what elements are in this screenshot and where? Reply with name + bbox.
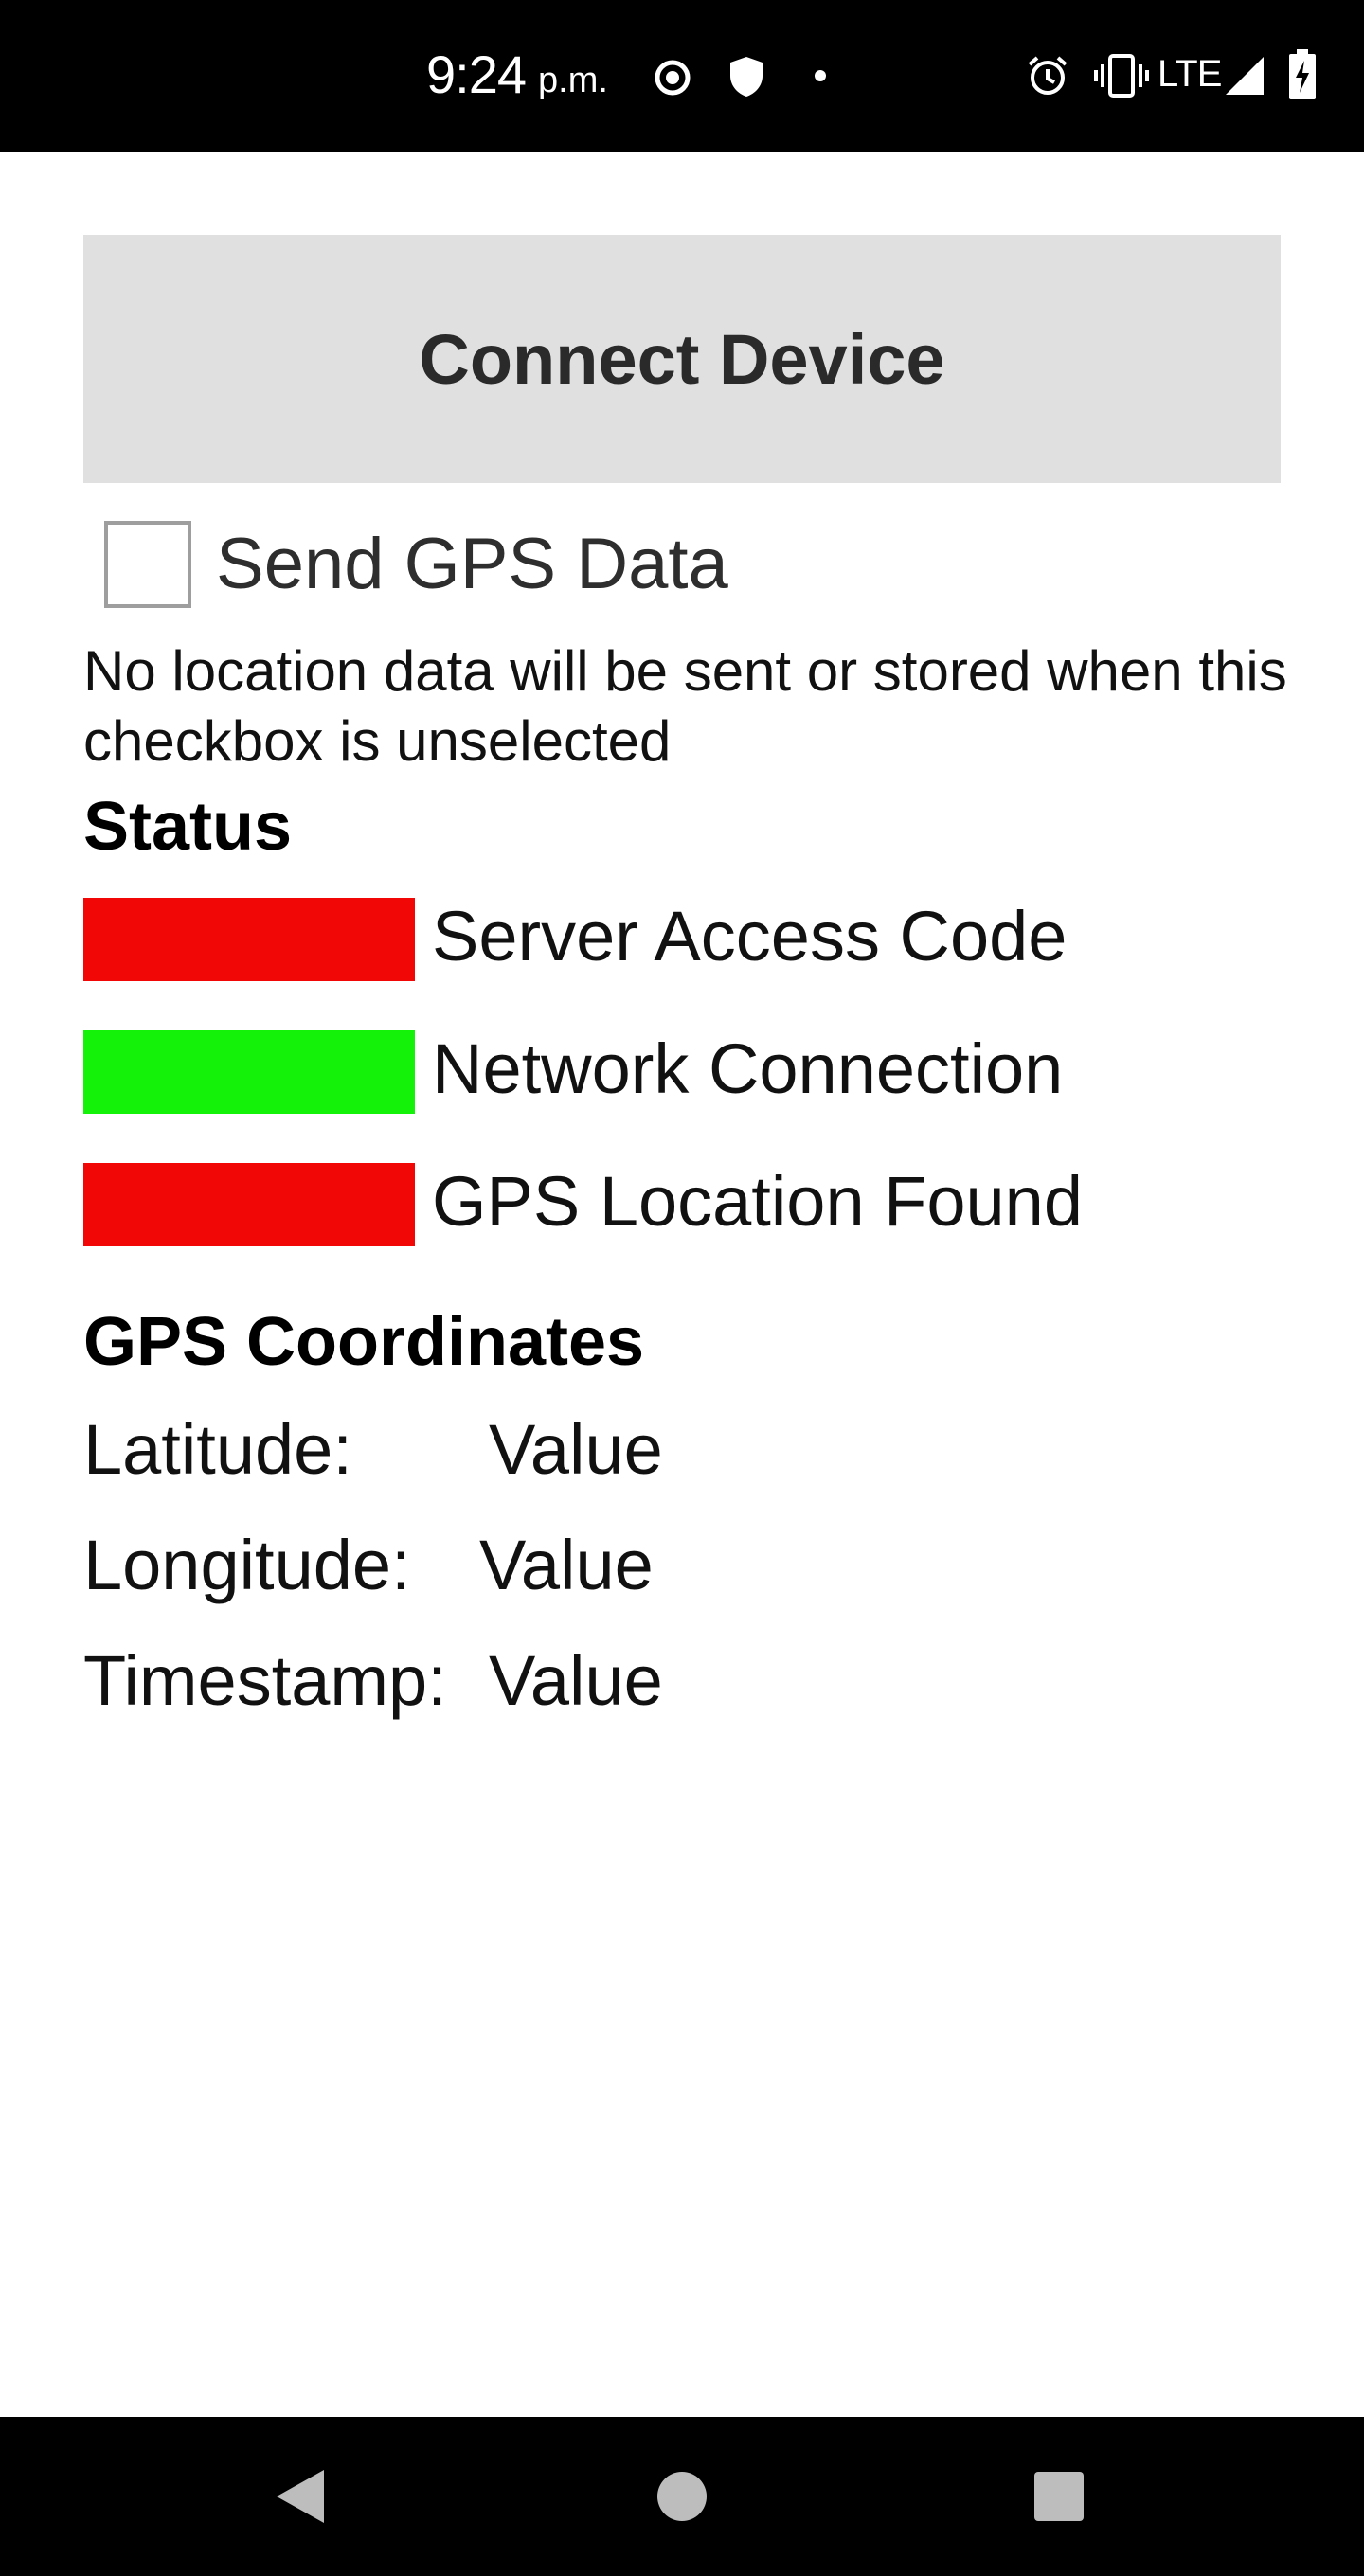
send-gps-checkbox[interactable]: [104, 521, 191, 608]
back-button[interactable]: [206, 2417, 396, 2576]
home-icon: [657, 2472, 707, 2521]
timestamp-label: Timestamp:: [83, 1641, 447, 1720]
recents-icon: [1034, 2472, 1084, 2521]
send-gps-label[interactable]: Send GPS Data: [216, 523, 728, 605]
status-time: 9:24: [426, 45, 527, 104]
gps-coordinates-title: GPS Coordinates: [83, 1304, 645, 1380]
longitude-label: Longitude:: [83, 1526, 411, 1604]
battery-charging-icon: [1289, 49, 1316, 99]
server-access-indicator: [83, 898, 415, 981]
home-button[interactable]: [587, 2417, 777, 2576]
network-connection-indicator: [83, 1030, 415, 1114]
signal-icon: [1226, 57, 1264, 95]
recents-button[interactable]: [964, 2417, 1154, 2576]
alarm-icon: [1028, 56, 1068, 95]
app-screen: 9:24 p.m. LTE Connect Device Send GPS Da…: [0, 0, 1364, 2576]
vibrate-icon: [1094, 54, 1149, 98]
gps-hint-text: No location data will be sent or stored …: [83, 639, 1287, 773]
status-title: Status: [83, 789, 293, 865]
server-access-label: Server Access Code: [432, 897, 1068, 975]
connect-device-button[interactable]: Connect Device: [83, 235, 1281, 483]
network-connection-label: Network Connection: [432, 1029, 1064, 1108]
record-icon: [655, 60, 691, 96]
status-bar: 9:24 p.m. LTE: [0, 0, 1364, 152]
latitude-value: Value: [489, 1410, 663, 1489]
back-icon: [277, 2470, 324, 2523]
gps-location-indicator: [83, 1163, 415, 1246]
network-type: LTE: [1158, 53, 1222, 95]
gps-location-label: GPS Location Found: [432, 1162, 1083, 1241]
navigation-bar: [0, 2417, 1364, 2576]
latitude-label: Latitude:: [83, 1410, 352, 1489]
dot-icon: [815, 70, 826, 81]
status-ampm: p.m.: [538, 61, 608, 100]
longitude-value: Value: [479, 1526, 654, 1604]
shield-icon: [730, 57, 763, 97]
timestamp-value: Value: [489, 1641, 663, 1720]
